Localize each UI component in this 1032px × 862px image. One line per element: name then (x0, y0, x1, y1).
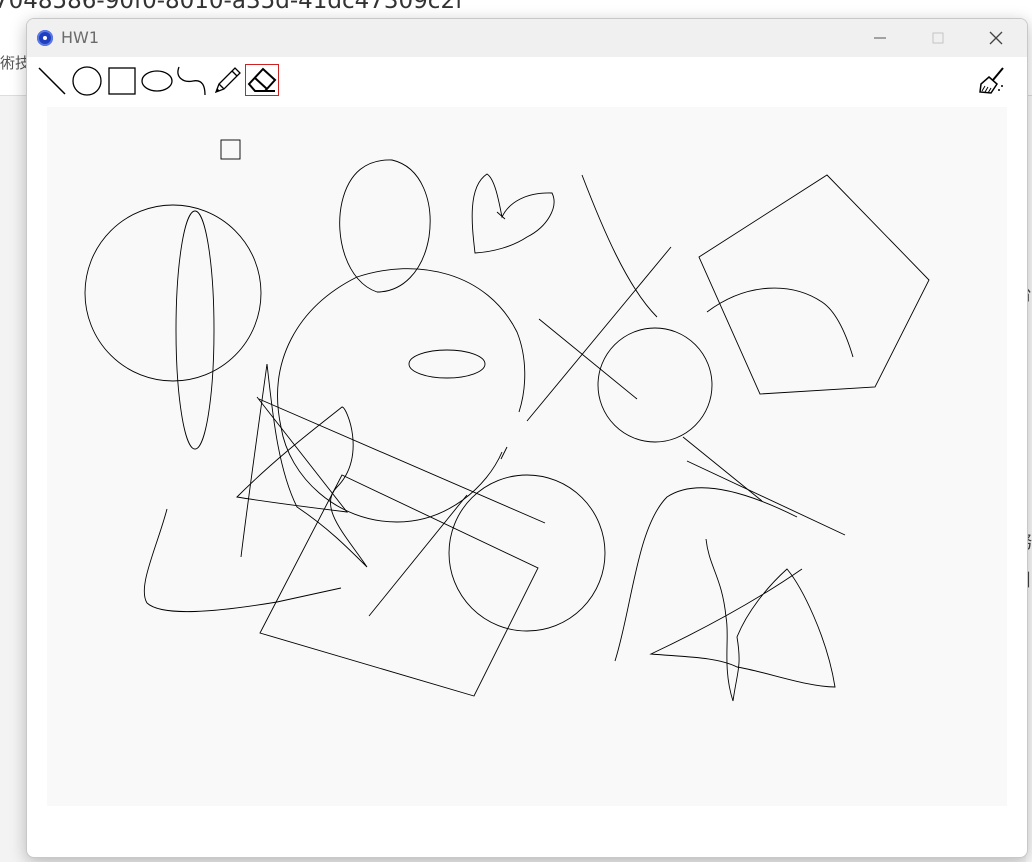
small-square-shape (220, 139, 241, 160)
minimize-icon (874, 37, 886, 39)
hw1-window: HW1 (26, 18, 1028, 858)
maximize-button[interactable] (909, 19, 967, 57)
rectangle-icon (108, 67, 136, 95)
close-button[interactable] (967, 19, 1025, 57)
title-bar[interactable]: HW1 (27, 19, 1027, 57)
ellipse-icon (141, 70, 173, 92)
line-icon (38, 67, 66, 95)
small-ellipse-shape (408, 349, 486, 379)
circle-icon (72, 66, 102, 96)
tall-ellipse-shape (175, 210, 215, 450)
right-wave-shape (614, 487, 798, 662)
large-circle-shape (277, 268, 526, 523)
circle-tool[interactable] (70, 65, 104, 97)
right-star-shape (649, 538, 836, 702)
long-slant-line (258, 398, 546, 524)
hook-curve-shape (143, 508, 342, 613)
eraser-tool[interactable] (245, 64, 279, 96)
maximize-icon (932, 32, 944, 44)
pentagon-wave (706, 287, 854, 358)
clear-tool[interactable] (975, 65, 1009, 97)
middle-circle-shape (597, 327, 713, 443)
background-title: 7048586-90f0-8010-a35d-41dc47309c2f (0, 0, 464, 14)
ellipse-tool[interactable] (140, 65, 174, 97)
broom-icon (979, 67, 1004, 94)
pencil-icon (214, 67, 241, 94)
minimize-button[interactable] (851, 19, 909, 57)
canvas-drawing (84, 139, 930, 702)
curve-tool[interactable] (175, 65, 209, 97)
drawing-canvas[interactable] (47, 107, 1007, 806)
top-oval-shape (339, 159, 431, 293)
app-icon (37, 30, 53, 46)
eraser-icon (247, 67, 277, 92)
x-line-2 (538, 318, 638, 400)
x-curve-shape (581, 174, 658, 318)
left-circle-shape (84, 204, 262, 382)
rotated-rect-shape (259, 474, 539, 697)
heart-shape (471, 173, 555, 254)
toolbar (27, 57, 1027, 103)
window-title: HW1 (61, 28, 100, 47)
pencil-tool[interactable] (210, 65, 244, 97)
line-tool[interactable] (35, 65, 69, 97)
rectangle-tool[interactable] (105, 65, 139, 97)
bottom-circle-shape (448, 474, 606, 632)
close-icon (989, 31, 1003, 45)
diagonal-line (682, 436, 763, 502)
pentagon-shape (698, 174, 930, 395)
left-star-shape (236, 363, 368, 568)
long-line (686, 460, 846, 536)
curve-icon (177, 66, 206, 96)
rect-diagonal-line (368, 494, 468, 617)
